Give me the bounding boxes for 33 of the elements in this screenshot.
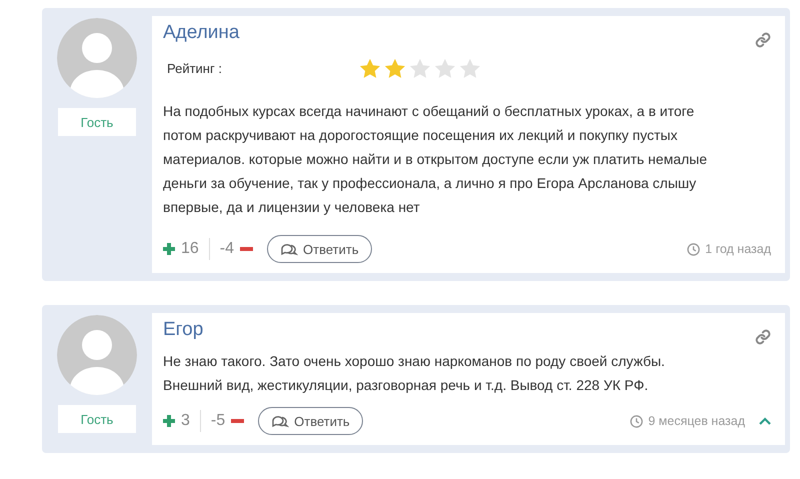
dislikes-count: -5 — [210, 412, 226, 430]
user-role: Гость — [58, 108, 136, 136]
chat-icon — [271, 414, 290, 428]
user-role: Гость — [58, 405, 136, 433]
chevron-up-icon[interactable] — [759, 417, 771, 425]
comment-text: На подобных курсах всегда начинают с обещаний о бесплатных уроках, а в итоге потом раскручивают на дорогостоящие посещения их лекций и покупку пустых материалов. которые можно найти и в открытом доступе если уж платить немалые деньги за обучение, так у профессионала, а лично я про Егора Арсланова слышу впервые, да и лицензии у человека нет — [163, 102, 708, 217]
star-icon — [409, 58, 431, 79]
star-icon — [459, 58, 481, 79]
minus-icon[interactable] — [231, 419, 244, 423]
avatar-icon — [57, 18, 137, 98]
author-name: Егор — [163, 319, 204, 341]
rating-label: Рейтинг : — [167, 61, 223, 76]
avatar-icon — [57, 315, 137, 395]
comment-text: Не знаю такого. Зато очень хорошо знаю наркоманов по роду своей службы. Внешний вид, жестикуляции, разговорная речь и т.д. Вывод ст. 228 УК РФ. — [163, 352, 666, 395]
clock-icon — [630, 414, 644, 428]
star-icon — [434, 58, 456, 79]
minus-icon[interactable] — [240, 247, 254, 251]
clock-icon — [687, 242, 700, 256]
plus-icon[interactable] — [163, 243, 175, 255]
time-text: 9 месяцев назад — [648, 414, 745, 428]
reply-button[interactable]: Ответить — [267, 235, 372, 263]
chat-icon — [280, 242, 298, 256]
dislikes-count: -4 — [220, 240, 234, 258]
link-icon[interactable] — [755, 32, 771, 48]
plus-icon[interactable] — [163, 415, 175, 427]
author-name: Аделина — [163, 22, 240, 44]
time-text: 1 год назад — [705, 242, 771, 256]
likes-count: 3 — [181, 412, 190, 430]
likes-count: 16 — [181, 240, 199, 258]
star-icon — [359, 58, 381, 79]
star-icon — [384, 58, 406, 79]
link-icon[interactable] — [755, 329, 771, 345]
reply-button[interactable]: Ответить — [258, 407, 363, 435]
